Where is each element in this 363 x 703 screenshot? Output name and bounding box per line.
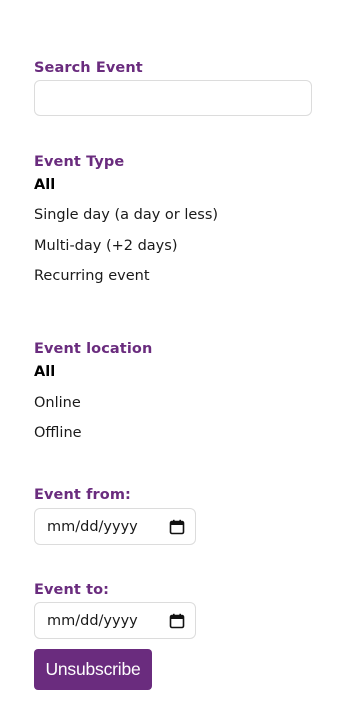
event-location-label: Event location (34, 341, 153, 357)
event-from-label: Event from: (34, 487, 131, 503)
event-from-placeholder: mm/dd/yyyy (47, 518, 138, 535)
event-type-option-all[interactable]: All (34, 177, 55, 193)
event-location-option-offline[interactable]: Offline (34, 425, 82, 441)
event-type-label: Event Type (34, 154, 125, 170)
event-from-date-input[interactable]: mm/dd/yyyy (34, 508, 196, 545)
event-to-label: Event to: (34, 582, 110, 598)
event-location-option-all[interactable]: All (34, 364, 55, 380)
event-to-placeholder: mm/dd/yyyy (47, 612, 138, 629)
event-to-date-input[interactable]: mm/dd/yyyy (34, 602, 196, 639)
search-event-label: Search Event (34, 60, 143, 76)
event-type-option-multi-day[interactable]: Multi-day (+2 days) (34, 238, 177, 254)
event-location-option-online[interactable]: Online (34, 395, 81, 411)
calendar-icon[interactable] (169, 519, 185, 535)
event-type-option-single-day[interactable]: Single day (a day or less) (34, 207, 218, 223)
calendar-icon[interactable] (169, 613, 185, 629)
search-event-input[interactable] (34, 80, 312, 116)
event-type-option-recurring[interactable]: Recurring event (34, 268, 150, 284)
unsubscribe-button[interactable]: Unsubscribe (34, 649, 152, 690)
